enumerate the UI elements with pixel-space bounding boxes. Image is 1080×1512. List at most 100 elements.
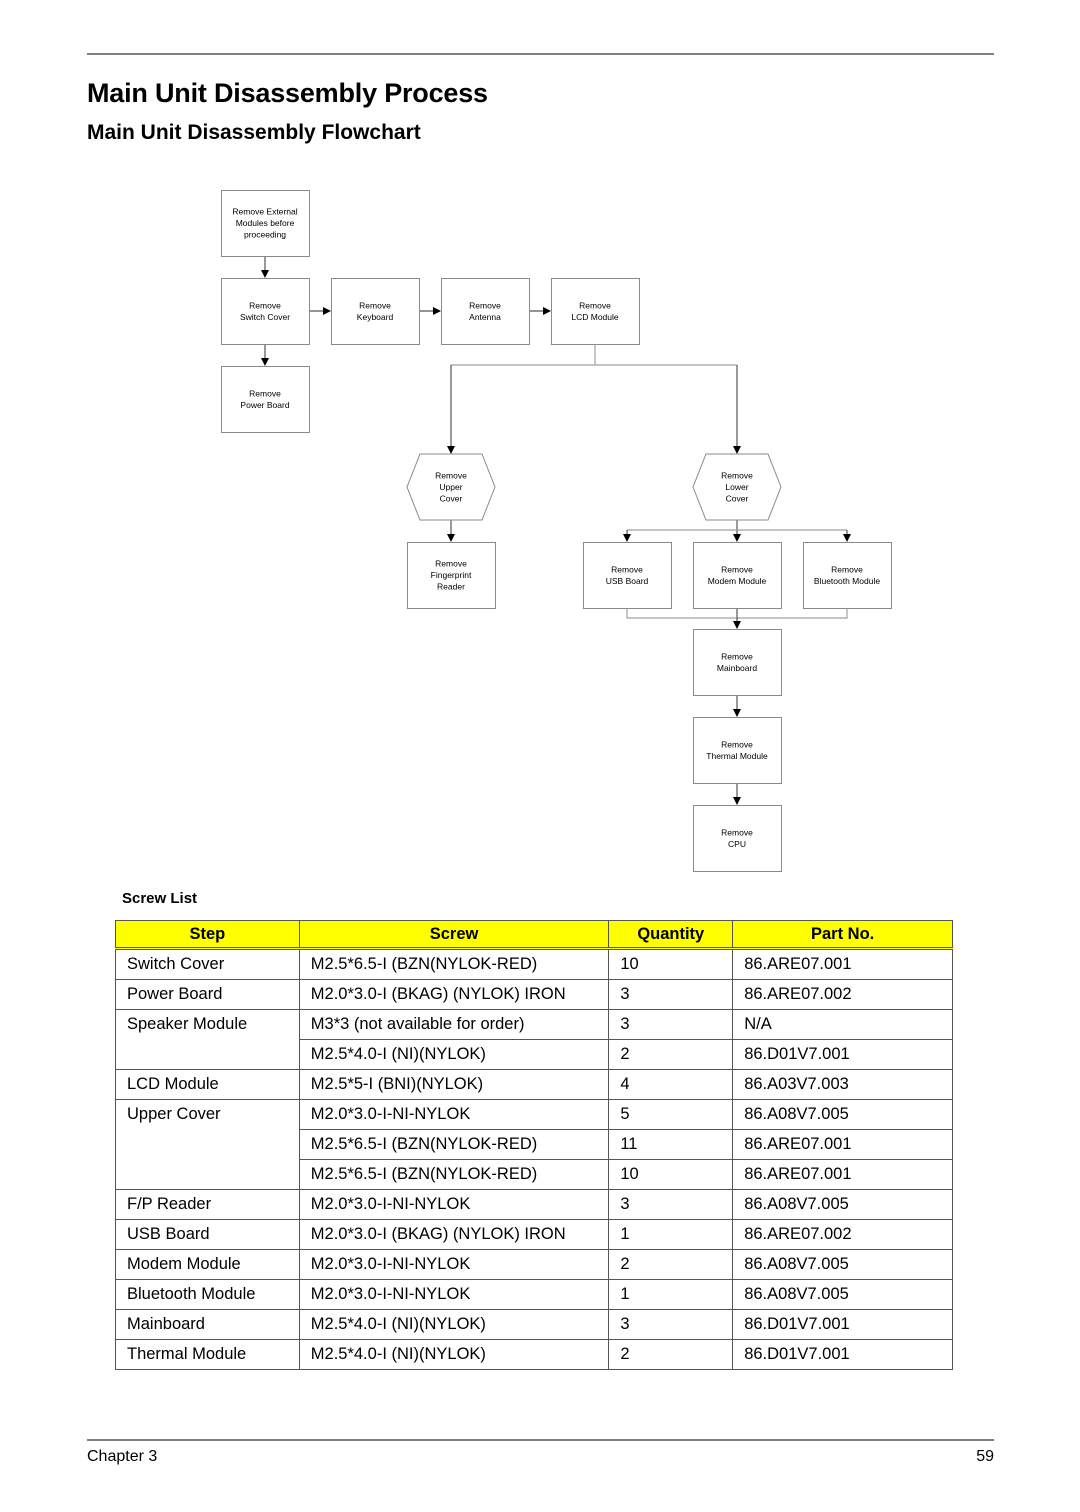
cell-step: Speaker Module — [115, 1009, 300, 1040]
cell-screw: M2.5*4.0-I (NI)(NYLOK) — [298, 1339, 610, 1370]
cell-part-no: 86.ARE07.001 — [732, 1159, 953, 1190]
flow-node-label: Power Board — [240, 400, 289, 410]
flow-node-usb-board: Remove USB Board — [583, 542, 672, 609]
flow-node-label: Keyboard — [357, 312, 394, 322]
flow-node-label: Remove — [359, 300, 391, 310]
table-row: Thermal Module M2.5*4.0-I (NI)(NYLOK) 2 86.… — [115, 1339, 953, 1370]
flow-node-label: Antenna — [469, 312, 501, 322]
column-header-step: Step — [115, 920, 300, 950]
flow-node-label: Remove — [435, 559, 467, 569]
flow-node-label: Remove — [611, 564, 643, 574]
flow-node-thermal-module: Remove Thermal Module — [693, 717, 782, 784]
flow-node-label: Fingerprint — [431, 570, 472, 580]
table-row: Bluetooth Module M2.0*3.0-I-NI-NYLOK 1 86.A… — [115, 1279, 953, 1310]
cell-screw: M2.5*4.0-I (NI)(NYLOK) — [298, 1309, 610, 1340]
flow-node-label: USB Board — [606, 576, 649, 586]
flow-node-label: Remove External — [232, 207, 297, 217]
cell-screw: M2.5*4.0-I (NI)(NYLOK) — [298, 1039, 610, 1070]
cell-quantity: 10 — [608, 1159, 734, 1190]
screw-list-table: Step Screw Quantity Part No. Switch Cove… — [115, 920, 953, 1370]
cell-quantity: 5 — [608, 1099, 734, 1130]
table-row: Upper Cover M2.0*3.0-I-NI-NYLOK 5 86.A08V7.… — [115, 1099, 953, 1130]
table-row: Mainboard M2.5*4.0-I (NI)(NYLOK) 3 86.D01V7… — [115, 1309, 953, 1340]
cell-part-no: 86.ARE07.001 — [732, 948, 953, 980]
cell-quantity: 3 — [608, 1309, 734, 1340]
flow-node-label: Remove — [721, 651, 753, 661]
table-row: Power Board M2.0*3.0-I (BKAG) (NYLOK) IRO… — [115, 979, 953, 1010]
cell-step: Bluetooth Module — [115, 1279, 300, 1310]
cell-part-no: 86.ARE07.002 — [732, 1219, 953, 1250]
flow-node-label: Bluetooth Module — [814, 576, 880, 586]
flow-node-label: Upper — [439, 482, 462, 492]
cell-part-no: 86.A08V7.005 — [732, 1279, 953, 1310]
cell-step: Upper Cover — [115, 1099, 300, 1130]
flow-node-bluetooth-module: Remove Bluetooth Module — [803, 542, 892, 609]
cell-step: Thermal Module — [115, 1339, 300, 1370]
table-row: M2.5*6.5-I (BZN(NYLOK-RED) 11 86.ARE07.001 — [115, 1129, 953, 1160]
cell-quantity: 2 — [608, 1039, 734, 1070]
flow-node-external: Remove ExternalModules before proceeding — [221, 190, 310, 257]
cell-part-no: 86.A03V7.003 — [732, 1069, 953, 1100]
flow-node-label: Thermal Module — [706, 751, 768, 761]
footer-chapter: Chapter 3 — [87, 1448, 158, 1465]
flow-node-switch-cover: Remove Switch Cover — [221, 278, 310, 345]
cell-step: F/P Reader — [115, 1189, 300, 1220]
flow-node-label: Lower — [725, 482, 748, 492]
flow-node-label: Remove — [721, 564, 753, 574]
disassembly-flowchart: Remove ExternalModules beforeproceedingR… — [221, 190, 892, 872]
screw-list-title: Screw List — [122, 890, 198, 907]
table-row: LCD Module M2.5*5-I (BNI)(NYLOK) 4 86.A03V7… — [115, 1069, 953, 1100]
cell-screw: M2.0*3.0-I (BKAG) (NYLOK) IRON — [298, 979, 610, 1010]
cell-screw: M2.0*3.0-I-NI-NYLOK — [298, 1099, 610, 1130]
cell-part-no: 86.A08V7.005 — [732, 1189, 953, 1220]
flow-node-antenna: Remove Antenna — [441, 278, 530, 345]
cell-quantity: 3 — [608, 1009, 734, 1040]
flow-node-label: Remove — [435, 471, 467, 481]
footer-page-number: 59 — [976, 1448, 994, 1465]
table-row: Speaker Module M3*3 (not available for or… — [115, 1009, 953, 1040]
table-row: M2.5*6.5-I (BZN(NYLOK-RED) 10 86.ARE07.001 — [115, 1159, 953, 1190]
cell-screw: M2.5*6.5-I (BZN(NYLOK-RED) — [298, 1129, 610, 1160]
cell-step: Mainboard — [115, 1309, 300, 1340]
cell-quantity: 11 — [608, 1129, 734, 1160]
cell-quantity: 10 — [608, 948, 734, 980]
cell-part-no: 86.D01V7.001 — [732, 1039, 953, 1070]
cell-part-no: 86.ARE07.002 — [732, 979, 953, 1010]
cell-screw: M2.5*5-I (BNI)(NYLOK) — [298, 1069, 610, 1100]
cell-step: USB Board — [115, 1219, 300, 1250]
flow-node-modem-module: Remove Modem Module — [693, 542, 782, 609]
cell-part-no: 86.ARE07.001 — [732, 1129, 953, 1160]
flow-node-label: LCD Module — [571, 312, 619, 322]
cell-quantity: 2 — [608, 1249, 734, 1280]
cell-step: Power Board — [115, 979, 300, 1010]
cell-screw: M2.0*3.0-I-NI-NYLOK — [298, 1189, 610, 1220]
flow-node-label: Modem Module — [708, 576, 767, 586]
flow-node-cpu: Remove CPU — [693, 805, 782, 872]
column-header-quantity: Quantity — [608, 920, 734, 950]
flow-node-label: Remove — [721, 471, 753, 481]
flow-node-label: Remove — [831, 564, 863, 574]
table-row: Modem Module M2.0*3.0-I-NI-NYLOK 2 86.A08V7… — [115, 1249, 953, 1280]
flow-node-label: Cover — [440, 494, 463, 504]
flow-node-label: Remove — [721, 827, 753, 837]
flow-node-label: CPU — [728, 839, 746, 849]
flow-node-label: Cover — [726, 494, 749, 504]
flow-node-lcd-module: Remove LCD Module — [551, 278, 640, 345]
cell-quantity: 3 — [608, 979, 734, 1010]
cell-quantity: 1 — [608, 1219, 734, 1250]
table-header-row: Step Screw Quantity Part No. — [115, 920, 953, 950]
cell-step — [115, 1129, 300, 1160]
cell-part-no: 86.D01V7.001 — [732, 1309, 953, 1340]
table-row: Switch Cover M2.5*6.5-I (BZN(NYLOK-RED) 10… — [115, 948, 953, 980]
flow-node-lower-cover: RemoveLower Cover — [692, 453, 782, 521]
cell-step: Switch Cover — [115, 948, 300, 980]
flow-node-label: Remove — [469, 300, 501, 310]
flow-node-label: Reader — [437, 582, 465, 592]
flow-node-keyboard: Remove Keyboard — [331, 278, 420, 345]
cell-screw: M2.5*6.5-I (BZN(NYLOK-RED) — [298, 948, 610, 980]
flow-node-label: Remove — [249, 300, 281, 310]
flow-node-label: proceeding — [244, 230, 286, 240]
flow-node-label: Remove — [249, 388, 281, 398]
cell-quantity: 4 — [608, 1069, 734, 1100]
footer-rule — [87, 1439, 994, 1441]
